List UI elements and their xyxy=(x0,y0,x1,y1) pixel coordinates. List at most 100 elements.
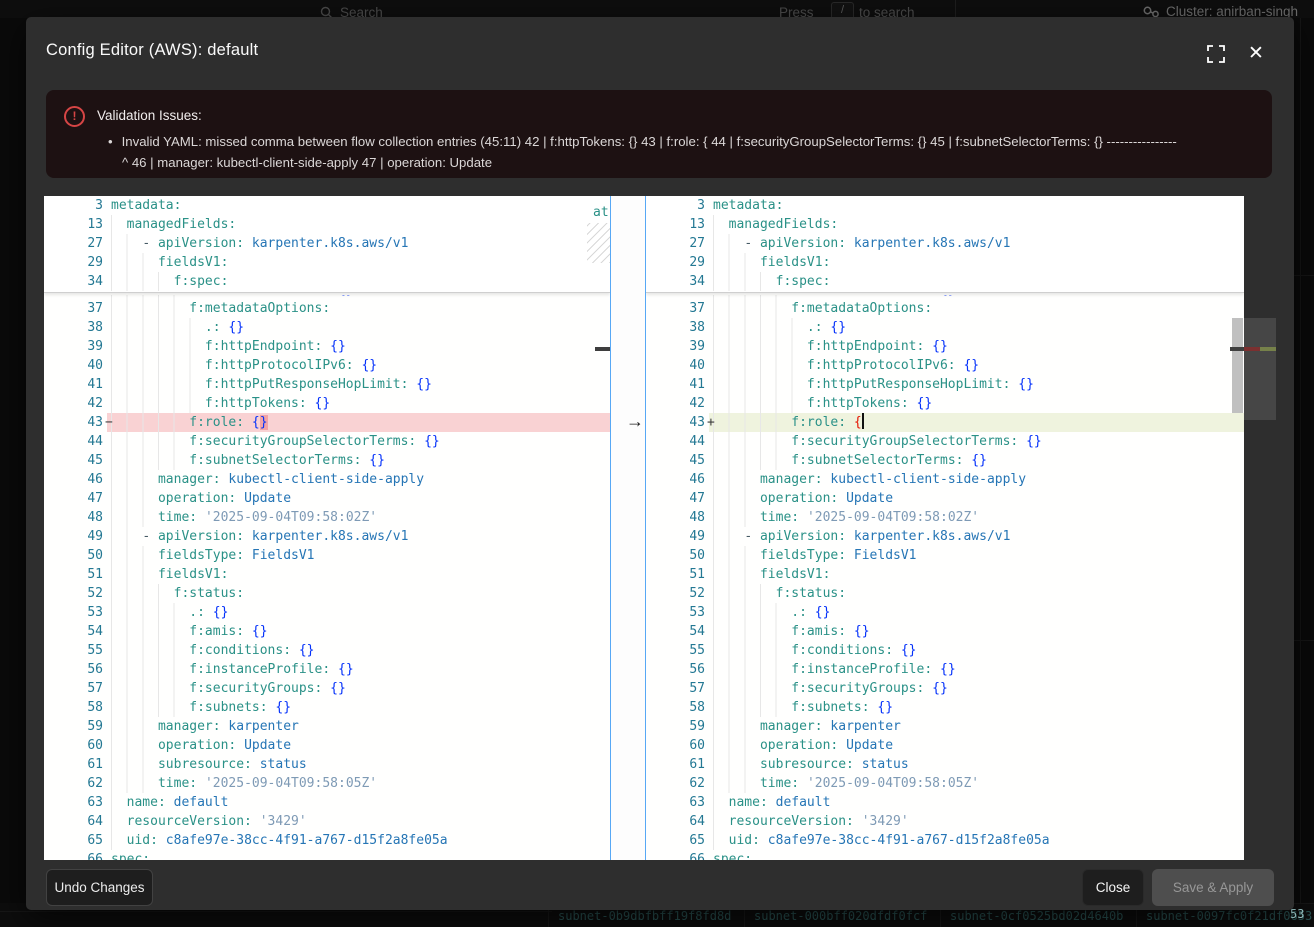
code-line[interactable]: 47 operation: Update xyxy=(44,489,610,508)
line-number[interactable]: 52 xyxy=(646,584,705,603)
line-number[interactable]: 58 xyxy=(646,698,705,717)
line-number[interactable]: 49 xyxy=(646,527,705,546)
code-area[interactable]: 36 f:instanceProfile: {}37 f:metadataOpt… xyxy=(646,295,1244,860)
code-line[interactable]: 64 resourceVersion: '3429' xyxy=(44,812,610,831)
code-line[interactable]: 57 f:securityGroups: {} xyxy=(44,679,610,698)
code-line[interactable]: 57 f:securityGroups: {} xyxy=(646,679,1244,698)
modified-editor[interactable]: 3metadata:13 managedFields:27 - apiVersi… xyxy=(646,196,1244,860)
collapsed-region-line[interactable]: 34 f:spec: xyxy=(646,272,1244,291)
code-line[interactable]: 41 f:httpPutResponseHopLimit: {} xyxy=(44,375,610,394)
code-line[interactable]: 51 fieldsV1: xyxy=(646,565,1244,584)
code-line[interactable]: 53 .: {} xyxy=(646,603,1244,622)
code-line[interactable]: 49 - apiVersion: karpenter.k8s.aws/v1 xyxy=(646,527,1244,546)
line-number[interactable]: 53 xyxy=(44,603,103,622)
code-line[interactable]: 48 time: '2025-09-04T09:58:02Z' xyxy=(44,508,610,527)
line-number[interactable]: 61 xyxy=(44,755,103,774)
code-line[interactable]: 42 f:httpTokens: {} xyxy=(646,394,1244,413)
code-line[interactable]: 58 f:subnets: {} xyxy=(44,698,610,717)
code-line[interactable]: 43+ f:role: { xyxy=(646,413,1244,432)
code-line[interactable]: 51 fieldsV1: xyxy=(44,565,610,584)
line-number[interactable]: 51 xyxy=(646,565,705,584)
line-number[interactable]: 62 xyxy=(44,774,103,793)
line-number[interactable]: 44 xyxy=(646,432,705,451)
line-number[interactable]: 66 xyxy=(44,850,103,860)
code-line[interactable]: 44 f:securityGroupSelectorTerms: {} xyxy=(646,432,1244,451)
code-line[interactable]: 40 f:httpProtocolIPv6: {} xyxy=(646,356,1244,375)
line-number[interactable]: 54 xyxy=(44,622,103,641)
code-line[interactable]: 38 .: {} xyxy=(44,318,610,337)
collapsed-region-line[interactable]: 13 managedFields: xyxy=(646,215,1244,234)
line-number[interactable]: 53 xyxy=(646,603,705,622)
code-line[interactable]: 37 f:metadataOptions: xyxy=(44,299,610,318)
code-line[interactable]: 60 operation: Update xyxy=(646,736,1244,755)
line-number[interactable]: 41 xyxy=(44,375,103,394)
code-line[interactable]: 37 f:metadataOptions: xyxy=(646,299,1244,318)
line-number[interactable]: 13 xyxy=(646,215,705,234)
code-area[interactable]: 36 f:instanceProfile: {}37 f:metadataOpt… xyxy=(44,295,610,860)
code-line[interactable]: 40 f:httpProtocolIPv6: {} xyxy=(44,356,610,375)
code-line[interactable]: 63 name: default xyxy=(646,793,1244,812)
collapsed-region-line[interactable]: 27 - apiVersion: karpenter.k8s.aws/v1 xyxy=(44,234,610,253)
line-number[interactable]: 58 xyxy=(44,698,103,717)
line-number[interactable]: 42 xyxy=(646,394,705,413)
line-number[interactable]: 44 xyxy=(44,432,103,451)
line-number[interactable]: 45 xyxy=(646,451,705,470)
code-line[interactable]: 49 - apiVersion: karpenter.k8s.aws/v1 xyxy=(44,527,610,546)
code-line[interactable]: 52 f:status: xyxy=(646,584,1244,603)
code-line[interactable]: 55 f:conditions: {} xyxy=(646,641,1244,660)
line-number[interactable]: 13 xyxy=(44,215,103,234)
collapsed-region-line[interactable]: 13 managedFields: xyxy=(44,215,610,234)
line-number[interactable]: 65 xyxy=(646,831,705,850)
code-line[interactable]: 46 manager: kubectl-client-side-apply xyxy=(646,470,1244,489)
line-number[interactable]: 57 xyxy=(44,679,103,698)
line-number[interactable]: 48 xyxy=(646,508,705,527)
line-number[interactable]: 39 xyxy=(44,337,103,356)
code-line[interactable]: 50 fieldsType: FieldsV1 xyxy=(44,546,610,565)
code-line[interactable]: 62 time: '2025-09-04T09:58:05Z' xyxy=(44,774,610,793)
line-number[interactable]: 43 xyxy=(44,413,103,432)
line-number[interactable]: 46 xyxy=(44,470,103,489)
line-number[interactable]: 34 xyxy=(646,272,705,291)
line-number[interactable]: 39 xyxy=(646,337,705,356)
line-number[interactable]: 3 xyxy=(646,196,705,215)
fullscreen-icon[interactable] xyxy=(1207,45,1225,63)
line-number[interactable]: 43 xyxy=(646,413,705,432)
line-number[interactable]: 29 xyxy=(646,253,705,272)
line-number[interactable]: 55 xyxy=(646,641,705,660)
code-line[interactable]: 38 .: {} xyxy=(646,318,1244,337)
code-line[interactable]: 47 operation: Update xyxy=(646,489,1244,508)
diff-revert-arrow[interactable]: → xyxy=(622,412,648,431)
code-line[interactable]: 63 name: default xyxy=(44,793,610,812)
line-number[interactable]: 41 xyxy=(646,375,705,394)
code-line[interactable]: 62 time: '2025-09-04T09:58:05Z' xyxy=(646,774,1244,793)
undo-changes-button[interactable]: Undo Changes xyxy=(46,869,153,906)
code-line[interactable]: 54 f:amis: {} xyxy=(44,622,610,641)
code-line[interactable]: 53 .: {} xyxy=(44,603,610,622)
line-number[interactable]: 37 xyxy=(646,299,705,318)
code-line[interactable]: 45 f:subnetSelectorTerms: {} xyxy=(646,451,1244,470)
line-number[interactable]: 61 xyxy=(646,755,705,774)
line-number[interactable]: 66 xyxy=(646,850,705,860)
line-number[interactable]: 45 xyxy=(44,451,103,470)
code-line[interactable]: 41 f:httpPutResponseHopLimit: {} xyxy=(646,375,1244,394)
diff-sash[interactable] xyxy=(610,196,646,860)
code-line[interactable]: 66spec: xyxy=(44,850,610,860)
code-line[interactable]: 45 f:subnetSelectorTerms: {} xyxy=(44,451,610,470)
line-number[interactable]: 63 xyxy=(646,793,705,812)
line-number[interactable]: 54 xyxy=(646,622,705,641)
collapsed-region-line[interactable]: 29 fieldsV1: xyxy=(44,253,610,272)
collapsed-region-line[interactable]: 29 fieldsV1: xyxy=(646,253,1244,272)
code-line[interactable]: 43− f:role: {} xyxy=(44,413,610,432)
line-number[interactable]: 49 xyxy=(44,527,103,546)
code-line[interactable]: 46 manager: kubectl-client-side-apply xyxy=(44,470,610,489)
code-line[interactable]: 52 f:status: xyxy=(44,584,610,603)
line-number[interactable]: 50 xyxy=(646,546,705,565)
collapsed-region-line[interactable]: 27 - apiVersion: karpenter.k8s.aws/v1 xyxy=(646,234,1244,253)
line-number[interactable]: 65 xyxy=(44,831,103,850)
line-number[interactable]: 47 xyxy=(646,489,705,508)
code-line[interactable]: 50 fieldsType: FieldsV1 xyxy=(646,546,1244,565)
line-number[interactable]: 59 xyxy=(44,717,103,736)
code-line[interactable]: 48 time: '2025-09-04T09:58:02Z' xyxy=(646,508,1244,527)
line-number[interactable]: 47 xyxy=(44,489,103,508)
collapsed-region-line[interactable]: 34 f:spec: xyxy=(44,272,610,291)
